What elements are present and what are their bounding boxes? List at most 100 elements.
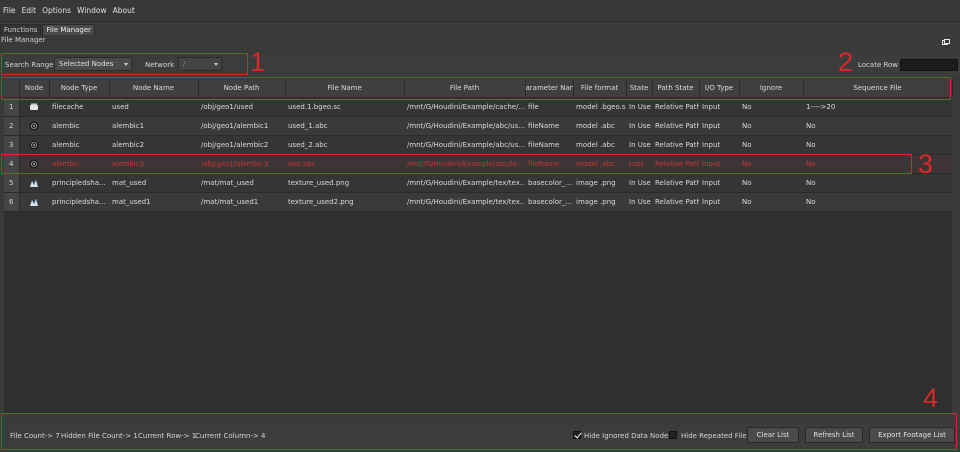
cell-node-type[interactable]: alembic bbox=[49, 154, 109, 174]
cell-path-state[interactable]: Relative Path bbox=[652, 173, 699, 193]
cell-file-path[interactable]: /mnt/G/Houdini/Example/abc/lo... bbox=[404, 154, 525, 174]
float-window-icon[interactable] bbox=[942, 39, 950, 45]
cell-state[interactable]: Lost bbox=[626, 154, 652, 174]
cell-node-name[interactable]: alembic2 bbox=[109, 135, 198, 155]
cell-file-format[interactable]: model .abc bbox=[573, 116, 626, 136]
hide-ignored-checkbox[interactable] bbox=[573, 431, 581, 439]
table-row[interactable]: 6 principledsha... mat_used1/mat/mat_used1… bbox=[4, 192, 952, 212]
cell-parameter-name[interactable]: basecolor_... bbox=[525, 173, 573, 193]
cell-file-name[interactable]: texture_used2.png bbox=[285, 192, 404, 212]
cell-parameter-name[interactable]: fileName bbox=[525, 135, 573, 155]
cell-sequence-file[interactable]: No bbox=[803, 116, 952, 136]
cell-file-path[interactable]: /mnt/G/Houdini/Example/tex/tex... bbox=[404, 173, 525, 193]
node-icon-cell[interactable] bbox=[19, 116, 49, 136]
header-corner[interactable] bbox=[4, 79, 20, 98]
header-file-format[interactable]: File format bbox=[573, 79, 627, 98]
cell-io-type[interactable]: Input bbox=[699, 192, 739, 212]
cell-node-path[interactable]: /obj/geo1/alembic3 bbox=[198, 154, 285, 174]
cell-sequence-file[interactable]: 1---->20 bbox=[803, 97, 952, 117]
table-row[interactable]: 5 principledsha... mat_used/mat/mat_used te… bbox=[4, 173, 952, 193]
cell-ignore[interactable]: No bbox=[739, 97, 803, 117]
cell-path-state[interactable]: Relative Path bbox=[652, 192, 699, 212]
search-range-select[interactable]: Selected Nodes bbox=[54, 57, 132, 71]
cell-file-format[interactable]: image .png bbox=[573, 192, 626, 212]
header-node[interactable]: Node bbox=[19, 79, 50, 98]
row-number[interactable]: 1 bbox=[4, 97, 20, 117]
cell-file-name[interactable]: lost.abc bbox=[285, 154, 404, 174]
cell-node-path[interactable]: /obj/geo1/used bbox=[198, 97, 285, 117]
cell-file-format[interactable]: model .abc bbox=[573, 154, 626, 174]
node-icon-cell[interactable] bbox=[19, 173, 49, 193]
cell-file-name[interactable]: used_2.abc bbox=[285, 135, 404, 155]
node-icon-cell[interactable] bbox=[19, 154, 49, 174]
locate-row-input[interactable] bbox=[900, 59, 958, 71]
cell-node-name[interactable]: mat_used1 bbox=[109, 192, 198, 212]
cell-ignore[interactable]: No bbox=[739, 154, 803, 174]
cell-parameter-name[interactable]: file bbox=[525, 97, 573, 117]
cell-io-type[interactable]: Input bbox=[699, 97, 739, 117]
header-path-state[interactable]: Path State bbox=[652, 79, 700, 98]
cell-node-path[interactable]: /mat/mat_used bbox=[198, 173, 285, 193]
cell-ignore[interactable]: No bbox=[739, 135, 803, 155]
header-io-type[interactable]: I/O Type bbox=[699, 79, 740, 98]
cell-parameter-name[interactable]: fileName bbox=[525, 154, 573, 174]
tab-file-manager[interactable]: File Manager bbox=[42, 24, 96, 35]
header-parameter-name[interactable]: arameter Nan bbox=[525, 79, 574, 98]
row-number[interactable]: 4 bbox=[4, 154, 20, 174]
cell-io-type[interactable]: Input bbox=[699, 154, 739, 174]
header-state[interactable]: State bbox=[626, 79, 653, 98]
cell-state[interactable]: In Use bbox=[626, 97, 652, 117]
row-number[interactable]: 6 bbox=[4, 192, 20, 212]
cell-file-path[interactable]: /mnt/G/Houdini/Example/abc/us... bbox=[404, 135, 525, 155]
header-sequence-file[interactable]: Sequence File bbox=[803, 79, 953, 98]
node-icon-cell[interactable] bbox=[19, 192, 49, 212]
cell-state[interactable]: In Use bbox=[626, 116, 652, 136]
cell-state[interactable]: In Use bbox=[626, 135, 652, 155]
header-node-name[interactable]: Node Name bbox=[109, 79, 199, 98]
menu-options[interactable]: Options bbox=[42, 6, 71, 15]
table-row[interactable]: 2 alembic alembic1/obj/geo1/alembic1 used_1… bbox=[4, 116, 952, 136]
cell-io-type[interactable]: Input bbox=[699, 173, 739, 193]
cell-node-name[interactable]: used bbox=[109, 97, 198, 117]
cell-node-type[interactable]: filecache bbox=[49, 97, 109, 117]
cell-node-path[interactable]: /mat/mat_used1 bbox=[198, 192, 285, 212]
clear-list-button[interactable]: Clear List bbox=[747, 427, 799, 443]
menu-window[interactable]: Window bbox=[77, 6, 107, 15]
header-file-path[interactable]: File Path bbox=[404, 79, 526, 98]
menu-about[interactable]: About bbox=[113, 6, 135, 15]
cell-ignore[interactable]: No bbox=[739, 192, 803, 212]
table-row[interactable]: 3 alembic alembic2/obj/geo1/alembic2 used_2… bbox=[4, 135, 952, 155]
menu-edit[interactable]: Edit bbox=[22, 6, 37, 15]
export-footage-list-button[interactable]: Export Footage List bbox=[869, 427, 955, 443]
header-node-path[interactable]: Node Path bbox=[198, 79, 286, 98]
hide-repeated-checkbox[interactable] bbox=[669, 431, 677, 439]
cell-io-type[interactable]: Input bbox=[699, 116, 739, 136]
header-node-type[interactable]: Node Type bbox=[49, 79, 110, 98]
cell-parameter-name[interactable]: basecolor_... bbox=[525, 192, 573, 212]
node-icon-cell[interactable] bbox=[19, 97, 49, 117]
cell-file-format[interactable]: model .bgeo.sc bbox=[573, 97, 626, 117]
cell-node-name[interactable]: alembic3 bbox=[109, 154, 198, 174]
node-icon-cell[interactable] bbox=[19, 135, 49, 155]
menu-file[interactable]: File bbox=[3, 6, 16, 15]
cell-file-path[interactable]: /mnt/G/Houdini/Example/cache/... bbox=[404, 97, 525, 117]
cell-state[interactable]: In Use bbox=[626, 173, 652, 193]
cell-path-state[interactable]: Relative Path bbox=[652, 116, 699, 136]
network-select[interactable]: / bbox=[178, 57, 222, 71]
cell-node-type[interactable]: principledsha... bbox=[49, 173, 109, 193]
cell-path-state[interactable]: Relative Path bbox=[652, 154, 699, 174]
tab-functions[interactable]: Functions bbox=[0, 24, 42, 35]
cell-node-type[interactable]: principledsha... bbox=[49, 192, 109, 212]
cell-io-type[interactable]: Input bbox=[699, 135, 739, 155]
cell-file-format[interactable]: image .png bbox=[573, 173, 626, 193]
cell-node-name[interactable]: alembic1 bbox=[109, 116, 198, 136]
row-number[interactable]: 3 bbox=[4, 135, 20, 155]
header-file-name[interactable]: File Name bbox=[285, 79, 405, 98]
header-ignore[interactable]: Ignore bbox=[739, 79, 804, 98]
cell-node-type[interactable]: alembic bbox=[49, 116, 109, 136]
cell-file-format[interactable]: model .abc bbox=[573, 135, 626, 155]
cell-ignore[interactable]: No bbox=[739, 116, 803, 136]
cell-sequence-file[interactable]: No bbox=[803, 192, 952, 212]
cell-path-state[interactable]: Relative Path bbox=[652, 97, 699, 117]
cell-ignore[interactable]: No bbox=[739, 173, 803, 193]
